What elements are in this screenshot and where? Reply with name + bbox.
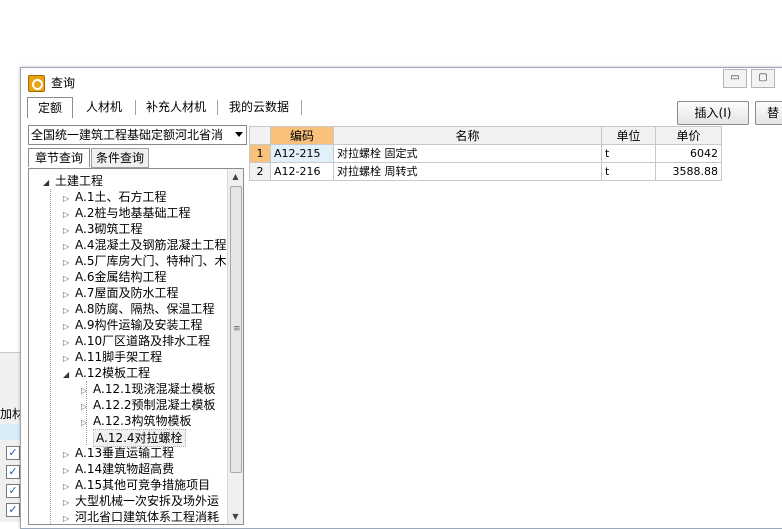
- maximize-button[interactable]: ▢: [751, 69, 775, 88]
- row-number[interactable]: 2: [250, 163, 271, 181]
- tree-guide-line: [50, 189, 51, 524]
- tab-labor-material-machine[interactable]: 人材机: [79, 97, 129, 117]
- window-title: 查询: [51, 76, 76, 90]
- tree-item-label: A.2桩与地基基础工程: [75, 206, 191, 220]
- tree-item[interactable]: ▷ A.6金属结构工程: [63, 269, 166, 285]
- title-bar[interactable]: 查询 ▭ ▢: [21, 68, 782, 95]
- results-grid: 编码 名称 单位 单价 1 A12-215 对拉螺栓 固定式 t 6042 2 …: [249, 126, 722, 181]
- tab-supplementary-lmm[interactable]: 补充人材机: [141, 97, 211, 117]
- tab-separator: [301, 100, 302, 115]
- tree-subitem[interactable]: ▷ A.12.1现浇混凝土模板: [81, 381, 216, 397]
- cell-name[interactable]: 对拉螺栓 固定式: [334, 145, 602, 163]
- quota-library-value: 全国统一建筑工程基础定额河北省消: [31, 128, 224, 142]
- table-row[interactable]: 1 A12-215 对拉螺栓 固定式 t 6042: [250, 145, 722, 163]
- column-header-unit[interactable]: 单位: [602, 127, 656, 145]
- tree-scrollbar[interactable]: ▲ ≡ ▼: [227, 169, 243, 524]
- background-selected-row: [0, 424, 22, 440]
- tree-item-label: A.7屋面及防水工程: [75, 286, 179, 300]
- chevron-down-icon[interactable]: [235, 132, 243, 137]
- replace-button[interactable]: 替: [755, 101, 782, 125]
- insert-button[interactable]: 插入(I): [677, 101, 749, 125]
- tree-item-label: A.3砌筑工程: [75, 222, 143, 236]
- tree-item-label: A.9构件运输及安装工程: [75, 318, 203, 332]
- column-header-price[interactable]: 单价: [656, 127, 722, 145]
- tree-subitem[interactable]: ▷ A.12.3构筑物模板: [81, 413, 192, 429]
- tab-separator: [135, 100, 136, 115]
- tree-item[interactable]: ▷ A.11脚手架工程: [63, 349, 162, 365]
- tree-item[interactable]: ◢ A.12模板工程: [63, 365, 150, 381]
- tree-item[interactable]: ▷ 大型机械一次安拆及场外运: [63, 493, 219, 509]
- tree-item[interactable]: ▷ A.8防腐、隔热、保温工程: [63, 301, 214, 317]
- tree-item[interactable]: ▷ A.5厂库房大门、特种门、木: [63, 253, 226, 269]
- background-checkbox-3[interactable]: ✓: [6, 484, 20, 498]
- cell-name[interactable]: 对拉螺栓 周转式: [334, 163, 602, 181]
- tree-item-label: 大型机械一次安拆及场外运: [75, 494, 220, 508]
- tab-my-cloud-data[interactable]: 我的云数据: [223, 97, 295, 117]
- collapse-triangle-icon[interactable]: ◢: [63, 367, 71, 383]
- row-number[interactable]: 1: [250, 145, 271, 163]
- tree-item[interactable]: ▷ A.1土、石方工程: [63, 189, 166, 205]
- tree-item-label: A.12.1现浇混凝土模板: [93, 382, 216, 396]
- cell-code[interactable]: A12-216: [271, 163, 334, 181]
- cell-unit[interactable]: t: [602, 145, 656, 163]
- minimize-button[interactable]: ▭: [723, 69, 747, 88]
- tree-item-label: A.14建筑物超高费: [75, 462, 175, 476]
- grip-icon: ≡: [233, 324, 241, 334]
- tree-item[interactable]: ▷ A.4混凝土及钢筋混凝土工程: [63, 237, 226, 253]
- tree-item-label: A.12.4对拉螺栓: [96, 431, 183, 445]
- tree-item-label: A.12.2预制混凝土模板: [93, 398, 216, 412]
- grid-header-row: 编码 名称 单位 单价: [250, 127, 722, 145]
- expand-triangle-icon[interactable]: ▷: [63, 511, 71, 524]
- tree-item-label: A.11脚手架工程: [75, 350, 163, 364]
- scroll-down-arrow-icon[interactable]: ▼: [228, 509, 243, 524]
- expand-triangle-icon[interactable]: ▷: [81, 415, 89, 431]
- column-header-code[interactable]: 编码: [271, 127, 334, 145]
- tree-item-label: A.13垂直运输工程: [75, 446, 175, 460]
- collapse-triangle-icon[interactable]: ◢: [43, 175, 51, 191]
- tree-item[interactable]: ▷ 河北省口建筑体系工程消耗: [63, 509, 220, 524]
- chapter-tree: ◢ 土建工程 ▷ A.1土、石方工程 ▷ A.2桩与地基基础工程 ▷ A.3砌筑工程 ▷…: [28, 168, 244, 525]
- tree-item[interactable]: ▷ A.13垂直运输工程: [63, 445, 174, 461]
- tab-quota[interactable]: 定额: [27, 97, 73, 118]
- tree-item[interactable]: ▷ A.2桩与地基基础工程: [63, 205, 190, 221]
- cell-unit[interactable]: t: [602, 163, 656, 181]
- query-window: 查询 ▭ ▢ 定额 人材机 补充人材机 我的云数据 插入(I) 替 全国统一建筑…: [20, 67, 782, 529]
- tree-item[interactable]: ▷ A.9构件运输及安装工程: [63, 317, 202, 333]
- tree-item-label: 河北省口建筑体系工程消耗: [75, 510, 220, 524]
- tree-item-label: A.15其他可竞争措施项目: [75, 478, 211, 492]
- scroll-thumb[interactable]: ≡: [230, 186, 242, 473]
- tree-item[interactable]: ▷ A.14建筑物超高费: [63, 461, 174, 477]
- tree-item-label: A.12.3构筑物模板: [93, 414, 192, 428]
- tree-item-label: A.5厂库房大门、特种门、木: [75, 254, 227, 268]
- tree-item-label: A.6金属结构工程: [75, 270, 167, 284]
- tree-item[interactable]: ▷ A.10厂区道路及排水工程: [63, 333, 210, 349]
- tree-item[interactable]: ▷ A.3砌筑工程: [63, 221, 142, 237]
- table-row[interactable]: 2 A12-216 对拉螺栓 周转式 t 3588.88: [250, 163, 722, 181]
- tree-item-label: A.1土、石方工程: [75, 190, 167, 204]
- quota-library-select[interactable]: 全国统一建筑工程基础定额河北省消: [28, 125, 247, 145]
- background-checkbox-2[interactable]: ✓: [6, 465, 20, 479]
- column-header-name[interactable]: 名称: [334, 127, 602, 145]
- background-checkbox-4[interactable]: ✓: [6, 503, 20, 517]
- cell-price[interactable]: 6042: [656, 145, 722, 163]
- tab-chapter-query[interactable]: 章节查询: [28, 148, 90, 167]
- tree-item[interactable]: ▷ A.15其他可竞争措施项目: [63, 477, 210, 493]
- scroll-up-arrow-icon[interactable]: ▲: [228, 169, 243, 184]
- tab-condition-query[interactable]: 条件查询: [91, 148, 149, 168]
- background-checkbox-1[interactable]: ✓: [6, 446, 20, 460]
- tree-item-label: A.10厂区道路及排水工程: [75, 334, 211, 348]
- tree-item-label: 土建工程: [55, 174, 104, 188]
- tree-item[interactable]: ▷ A.7屋面及防水工程: [63, 285, 178, 301]
- tree-subitem[interactable]: ▷ A.12.2预制混凝土模板: [81, 397, 216, 413]
- tree-item-label: A.4混凝土及钢筋混凝土工程: [75, 238, 227, 252]
- grid-corner-cell[interactable]: [250, 127, 271, 145]
- tree-item-root[interactable]: ◢ 土建工程: [43, 173, 103, 189]
- cell-code[interactable]: A12-215: [271, 145, 334, 163]
- tree-item-label: A.8防腐、隔热、保温工程: [75, 302, 215, 316]
- tab-separator: [217, 100, 218, 115]
- app-icon: [28, 75, 45, 92]
- tree-item-label: A.12模板工程: [75, 366, 151, 380]
- cell-price[interactable]: 3588.88: [656, 163, 722, 181]
